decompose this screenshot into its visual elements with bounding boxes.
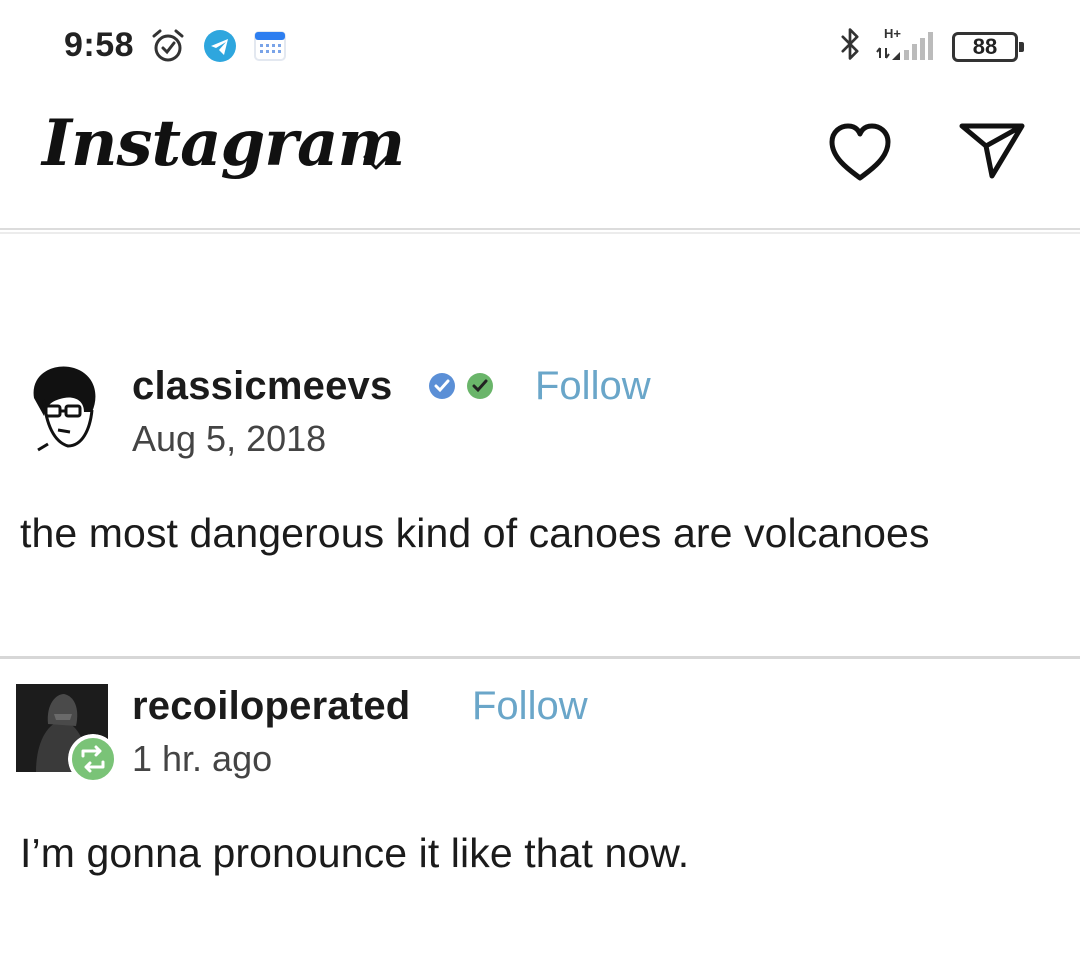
follow-button[interactable]: Follow	[535, 364, 651, 409]
signal-icon: H+	[876, 26, 933, 60]
reblog-icon	[68, 734, 118, 784]
alarm-icon	[152, 29, 184, 62]
battery-icon: 88	[952, 32, 1024, 62]
post-reblog: recoiloperated Follow 1 hr. ago I’m gonn…	[0, 670, 1080, 970]
verified-badges-icon	[429, 373, 493, 399]
status-bar: 9:58 H+ 88	[0, 0, 1080, 92]
header-divider	[0, 232, 1080, 234]
network-type-label: H+	[884, 26, 901, 41]
heart-icon[interactable]	[826, 120, 894, 184]
post-text: the most dangerous kind of canoes are vo…	[20, 510, 930, 556]
chevron-down-icon[interactable]	[360, 150, 392, 174]
post-date: 1 hr. ago	[132, 738, 273, 779]
telegram-icon	[204, 30, 236, 62]
send-icon[interactable]	[956, 118, 1028, 182]
calendar-icon	[254, 31, 286, 61]
bluetooth-icon	[841, 28, 859, 60]
instagram-logo[interactable]: Instagram	[42, 106, 405, 181]
status-time: 9:58	[64, 26, 135, 64]
battery-level: 88	[972, 34, 998, 59]
post-date: Aug 5, 2018	[132, 418, 327, 459]
avatar[interactable]	[24, 360, 100, 460]
post-original: classicmeevs Follow Aug 5, 2018 the most…	[0, 350, 1080, 650]
post-text: I’m gonna pronounce it like that now.	[20, 830, 690, 876]
post-divider	[0, 656, 1080, 659]
post-username[interactable]: recoiloperated	[132, 684, 410, 729]
follow-button[interactable]: Follow	[472, 684, 588, 729]
app-header: Instagram	[0, 92, 1080, 230]
post-username[interactable]: classicmeevs	[132, 364, 392, 409]
